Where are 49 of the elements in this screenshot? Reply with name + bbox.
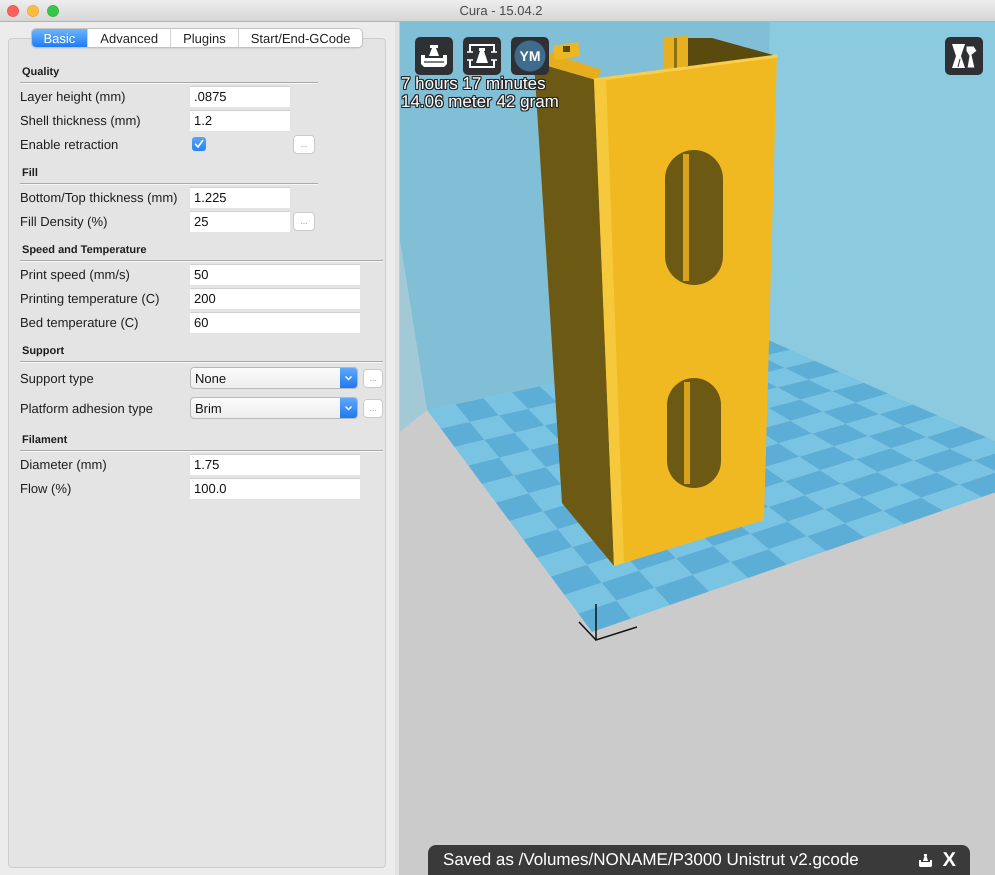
chevron-down-icon — [340, 398, 357, 418]
more-button[interactable]: ... — [363, 398, 383, 418]
save-message: Saved as /Volumes/NONAME/P3000 Unistrut v2.gcode — [443, 850, 860, 870]
close-icon[interactable] — [7, 4, 19, 16]
chevron-down-icon — [340, 368, 357, 388]
section-heading: Support — [20, 344, 383, 362]
setting-label: Diameter (mm) — [20, 456, 108, 472]
more-button[interactable]: ... — [293, 134, 315, 154]
setting-label: Bottom/Top thickness (mm) — [20, 190, 178, 204]
setting-label: Layer height (mm) — [20, 88, 126, 104]
setting-label: Enable retraction — [20, 136, 120, 152]
checkbox[interactable] — [192, 137, 206, 151]
avatar-button[interactable]: YM — [511, 37, 549, 75]
value-field[interactable]: 1.75 — [190, 454, 360, 474]
tray-icon[interactable] — [918, 852, 933, 868]
more-button[interactable]: ... — [363, 368, 383, 388]
value-field[interactable]: 1.2 — [190, 110, 290, 130]
section-heading: Quality — [20, 65, 318, 83]
setting-label: Bed temperature (C) — [20, 314, 140, 330]
section-heading: Speed and Temperature — [20, 243, 383, 261]
check-icon — [194, 139, 204, 149]
setting-label: Fill Density (%) — [20, 214, 108, 228]
value-field[interactable]: 60 — [190, 312, 360, 332]
value-field[interactable]: 50 — [190, 264, 360, 284]
value-field[interactable]: 25 — [190, 210, 290, 232]
dropdown[interactable]: Brim — [190, 397, 358, 419]
more-button[interactable]: ... — [293, 212, 315, 230]
frame-icon[interactable] — [463, 37, 501, 75]
setting-label: Support type — [20, 370, 95, 386]
tab[interactable]: Start/End-GCode — [238, 29, 362, 47]
close-button[interactable]: X — [942, 848, 956, 872]
setting-label: Flow (%) — [20, 480, 72, 496]
section-heading: Filament — [20, 433, 383, 451]
section-heading: Fill — [20, 166, 318, 184]
setting-label: Print speed (mm/s) — [20, 266, 131, 282]
setting-label: Printing temperature (C) — [20, 290, 160, 306]
setting-label: Shell thickness (mm) — [20, 112, 142, 128]
value-field[interactable]: 1.225 — [190, 186, 290, 208]
tab[interactable]: Plugins — [170, 29, 238, 47]
tray-icon[interactable] — [415, 37, 453, 75]
value-field[interactable]: 200 — [190, 288, 360, 308]
dropdown[interactable]: None — [190, 367, 358, 389]
vase-icon[interactable] — [945, 37, 983, 75]
value-field[interactable]: .0875 — [190, 86, 290, 106]
tab[interactable]: Advanced — [87, 29, 170, 47]
value-field[interactable]: 100.0 — [190, 478, 360, 498]
setting-label: Platform adhesion type — [20, 400, 154, 416]
window-title: Cura - 15.04.2 — [459, 2, 543, 18]
axes-icon — [578, 604, 638, 642]
